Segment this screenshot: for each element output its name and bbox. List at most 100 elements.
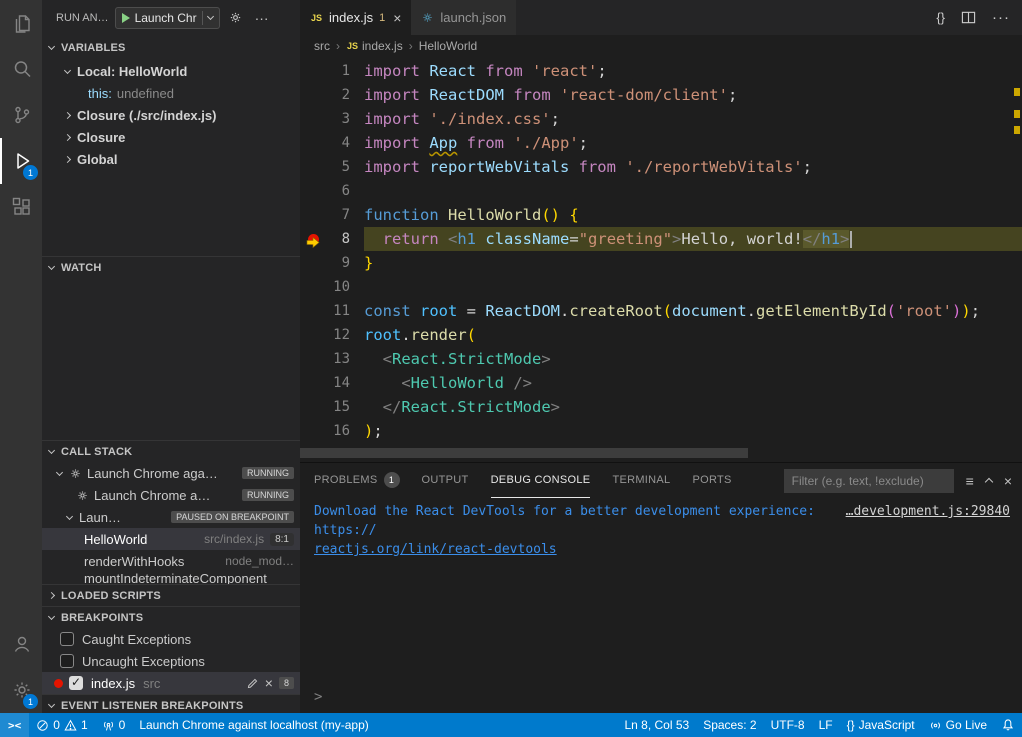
code-line-6[interactable] <box>364 179 1022 203</box>
checkbox-checked[interactable] <box>69 676 83 690</box>
tab-indexjs[interactable]: JS index.js 1 × <box>300 0 411 35</box>
gutter-line-4[interactable]: 4 <box>300 131 364 155</box>
launch-config-dropdown[interactable]: Launch Chr <box>115 7 220 29</box>
code-line-4[interactable]: import App from './App'; <box>364 131 1022 155</box>
activity-run-debug[interactable]: 1 <box>0 138 42 184</box>
code-line-7[interactable]: function HelloWorld() { <box>364 203 1022 227</box>
cursor-position[interactable]: Ln 8, Col 53 <box>617 713 696 737</box>
gutter-line-11[interactable]: 11 <box>300 299 364 323</box>
gutter-line-6[interactable]: 6 <box>300 179 364 203</box>
code-line-11[interactable]: const root = ReactDOM.createRoot(documen… <box>364 299 1022 323</box>
maximize-panel-icon[interactable] <box>986 476 992 485</box>
section-call-stack[interactable]: CALL STACK <box>42 440 300 462</box>
code-line-2[interactable]: import ReactDOM from 'react-dom/client'; <box>364 83 1022 107</box>
activity-explorer[interactable] <box>0 0 42 46</box>
breadcrumb-src[interactable]: src <box>314 39 330 53</box>
breakpoint-caught-exceptions[interactable]: Caught Exceptions <box>42 628 300 650</box>
gutter-line-16[interactable]: 16 <box>300 419 364 443</box>
code-editor[interactable]: 12345678910111213141516 import React fro… <box>300 57 1022 462</box>
code-line-14[interactable]: <HelloWorld /> <box>364 371 1022 395</box>
notifications-bell-icon[interactable] <box>994 713 1022 737</box>
section-loaded-scripts[interactable]: LOADED SCRIPTS <box>42 584 300 606</box>
tab-terminal[interactable]: TERMINAL <box>612 463 670 498</box>
stack-frame-mountindeterminate[interactable]: mountIndeterminateComponent <box>42 572 300 584</box>
eol-selector[interactable]: LF <box>812 713 840 737</box>
language-mode[interactable]: {} JavaScript <box>840 713 922 737</box>
split-editor-icon[interactable] <box>961 10 976 25</box>
horizontal-scrollbar[interactable] <box>300 448 748 458</box>
section-variables[interactable]: VARIABLES <box>42 35 300 60</box>
code-line-3[interactable]: import './index.css'; <box>364 107 1022 131</box>
breadcrumb-symbol[interactable]: HelloWorld <box>419 39 477 53</box>
start-debug-icon[interactable] <box>122 13 130 23</box>
code-line-15[interactable]: </React.StrictMode> <box>364 395 1022 419</box>
activity-settings[interactable]: 1 <box>0 667 42 713</box>
code-line-10[interactable] <box>364 275 1022 299</box>
activity-search[interactable] <box>0 46 42 92</box>
checkbox-unchecked[interactable] <box>60 632 74 646</box>
code-line-9[interactable]: } <box>364 251 1022 275</box>
stack-frame-helloworld[interactable]: HelloWorld src/index.js 8:1 <box>42 528 300 550</box>
gutter-line-13[interactable]: 13 <box>300 347 364 371</box>
tab-launchjson[interactable]: launch.json <box>411 0 517 35</box>
gutter-line-15[interactable]: 15 <box>300 395 364 419</box>
tab-ports[interactable]: PORTS <box>692 463 731 498</box>
problems-status[interactable]: 0 1 <box>29 713 94 737</box>
section-breakpoints[interactable]: BREAKPOINTS <box>42 606 300 628</box>
breakpoint-uncaught-exceptions[interactable]: Uncaught Exceptions <box>42 650 300 672</box>
gutter-line-5[interactable]: 5 <box>300 155 364 179</box>
variable-this[interactable]: this: undefined <box>42 82 300 104</box>
braces-icon[interactable]: {} <box>936 10 945 25</box>
console-url-link[interactable]: reactjs.org/link/react-devtools <box>314 540 557 559</box>
breakpoint-indexjs[interactable]: index.js src × 8 <box>42 672 300 694</box>
gutter-line-14[interactable]: 14 <box>300 371 364 395</box>
call-stack-session-3[interactable]: Laun… PAUSED ON BREAKPOINT <box>42 506 300 528</box>
variables-scope-global[interactable]: Global <box>42 148 300 170</box>
ports-status[interactable]: 0 <box>95 713 133 737</box>
activity-source-control[interactable] <box>0 92 42 138</box>
code-line-13[interactable]: <React.StrictMode> <box>364 347 1022 371</box>
remote-indicator[interactable]: >< <box>0 713 29 737</box>
go-live[interactable]: Go Live <box>922 713 994 737</box>
debug-status[interactable]: Launch Chrome against localhost (my-app) <box>132 713 375 737</box>
checkbox-unchecked[interactable] <box>60 654 74 668</box>
section-watch[interactable]: WATCH <box>42 256 300 278</box>
tab-debug-console[interactable]: DEBUG CONSOLE <box>491 463 591 498</box>
encoding[interactable]: UTF-8 <box>764 713 812 737</box>
gutter-line-8[interactable]: 8 <box>300 227 364 251</box>
gutter-line-1[interactable]: 1 <box>300 59 364 83</box>
close-panel-icon[interactable]: × <box>1004 473 1012 489</box>
gutter-line-2[interactable]: 2 <box>300 83 364 107</box>
variables-scope-closure[interactable]: Closure <box>42 126 300 148</box>
close-icon[interactable]: × <box>393 10 401 26</box>
console-source-link[interactable]: …development.js:29840 <box>846 502 1010 540</box>
tab-output[interactable]: OUTPUT <box>422 463 469 498</box>
gutter-line-9[interactable]: 9 <box>300 251 364 275</box>
breadcrumb-file[interactable]: index.js <box>362 39 403 53</box>
more-actions-icon[interactable]: ··· <box>992 9 1010 26</box>
gutter-line-3[interactable]: 3 <box>300 107 364 131</box>
more-actions-icon[interactable]: ··· <box>252 8 272 28</box>
section-event-listener-breakpoints[interactable]: EVENT LISTENER BREAKPOINTS <box>42 694 300 713</box>
code-line-5[interactable]: import reportWebVitals from './reportWeb… <box>364 155 1022 179</box>
code-line-8[interactable]: return <h1 className="greeting">Hello, w… <box>364 227 1022 251</box>
code-line-12[interactable]: root.render( <box>364 323 1022 347</box>
edit-breakpoint-icon[interactable] <box>246 677 259 690</box>
remove-breakpoint-icon[interactable]: × <box>265 676 273 690</box>
activity-accounts[interactable] <box>0 621 42 667</box>
filter-icon[interactable]: ≡ <box>966 473 974 489</box>
call-stack-session-1[interactable]: Launch Chrome aga… RUNNING <box>42 462 300 484</box>
call-stack-session-2[interactable]: Launch Chrome a… RUNNING <box>42 484 300 506</box>
configure-gear-icon[interactable] <box>226 8 246 28</box>
console-input-prompt[interactable]: > <box>314 689 322 705</box>
gutter-line-12[interactable]: 12 <box>300 323 364 347</box>
indentation[interactable]: Spaces: 2 <box>696 713 763 737</box>
gutter-line-7[interactable]: 7 <box>300 203 364 227</box>
variables-scope-closure-src[interactable]: Closure (./src/index.js) <box>42 104 300 126</box>
console-filter-input[interactable] <box>784 469 954 493</box>
activity-extensions[interactable] <box>0 184 42 230</box>
tab-problems[interactable]: PROBLEMS 1 <box>314 463 400 498</box>
gutter-line-10[interactable]: 10 <box>300 275 364 299</box>
variables-scope-local[interactable]: Local: HelloWorld <box>42 60 300 82</box>
stack-frame-renderwithhooks[interactable]: renderWithHooks node_mod… <box>42 550 300 572</box>
